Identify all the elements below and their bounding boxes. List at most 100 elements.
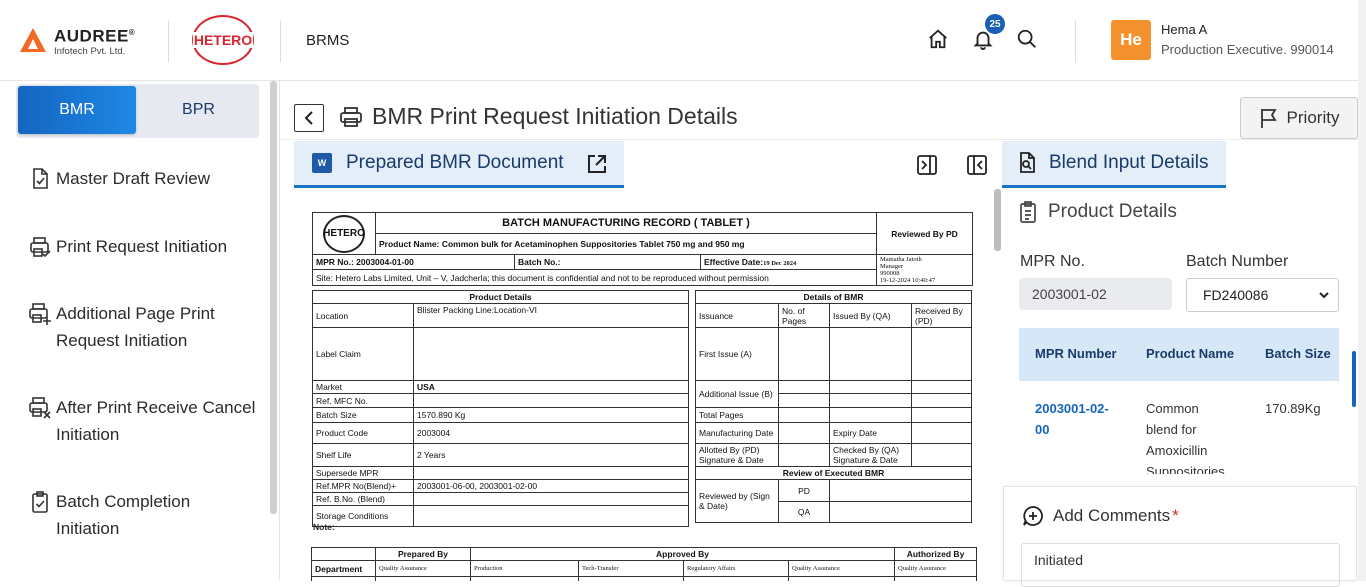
hetero-logo-text: HETERO xyxy=(192,32,254,48)
sidebar-item-batch-completion[interactable]: Batch Completion Initiation xyxy=(28,488,190,542)
app-name: BRMS xyxy=(306,32,350,49)
issued-by-qa: Issued By (QA) xyxy=(829,303,912,328)
company-subtitle: Infotech Pvt. Ltd. xyxy=(54,45,126,57)
sidebar-item-label: Print Request Initiation xyxy=(56,237,228,256)
grid-name-line: blend for xyxy=(1146,422,1197,437)
received-by-pd: Received By (PD) xyxy=(911,303,972,328)
reviewer-id: 990008 xyxy=(880,270,900,277)
record-logo: HETERO xyxy=(323,214,365,253)
product-code-value: 2003004 xyxy=(413,422,689,444)
approval-table: Prepared By Approved By Authorized By Depa… xyxy=(311,547,977,581)
total-pages: Total Pages xyxy=(695,407,779,423)
document-scrollbar[interactable] xyxy=(994,189,1001,251)
column-header[interactable]: MPR Number xyxy=(1035,346,1117,361)
ref-bno-blend: Ref. B.No. (Blend) xyxy=(312,492,414,506)
sidebar-item-label: Master Draft Review xyxy=(56,169,210,188)
sidebar-item-after-print-receive-cancel[interactable]: After Print Receive Cancel Initiation xyxy=(28,394,255,448)
document-preview: HETERO BATCH MANUFACTURING RECORD ( TABL… xyxy=(294,189,989,581)
main-content: BMR Print Request Initiation Details Pri… xyxy=(281,81,1358,587)
grid-mpr-link[interactable]: 2003001-02- 00 xyxy=(1035,398,1109,440)
chevron-left-icon xyxy=(304,111,313,125)
page-scrollbar[interactable] xyxy=(1358,0,1366,581)
ref-mfc: Ref. MFC No. xyxy=(312,393,414,408)
grid-product-name: Common blend for Amoxicillin Suppositories xyxy=(1146,398,1225,474)
registered-mark: ® xyxy=(128,28,136,37)
effective-date: 19 Dec 2024 xyxy=(763,260,797,267)
open-external-icon[interactable] xyxy=(586,153,608,180)
batch-number-select[interactable]: FD240086 xyxy=(1186,278,1339,312)
printer-plus-icon xyxy=(28,300,52,327)
search-icon[interactable] xyxy=(1014,26,1040,52)
expiry-date: Expiry Date xyxy=(829,422,912,444)
location-label: Location xyxy=(312,303,414,328)
mpr-no-label: MPR No. xyxy=(1020,253,1085,270)
issuance: Issuance xyxy=(695,303,779,328)
department-label: Department xyxy=(311,560,376,577)
divider xyxy=(280,20,281,62)
location-value: Blister Packing Line:Location-VI xyxy=(413,303,689,328)
sidebar-item-print-request-initiation[interactable]: Print Request Initiation xyxy=(28,233,227,260)
product-name: Product Name: Common bulk for Acetaminop… xyxy=(375,233,877,255)
comments-title: Add Comments xyxy=(1053,506,1171,525)
tab-label: Blend Input Details xyxy=(1049,152,1209,173)
shelf-life-value: 2 Years xyxy=(413,443,689,467)
collapse-right-icon[interactable] xyxy=(916,154,938,176)
mpr-no-field[interactable]: 2003001-02 xyxy=(1019,278,1172,310)
add-comment-icon xyxy=(1023,506,1043,526)
column-header[interactable]: Batch Size xyxy=(1265,346,1331,361)
right-panel-scrollbar[interactable] xyxy=(1352,351,1356,407)
record-title: BATCH MANUFACTURING RECORD ( TABLET ) xyxy=(375,212,877,234)
tab-label: Prepared BMR Document xyxy=(346,152,564,173)
sidebar-item-label: Initiation xyxy=(56,519,120,538)
sidebar-scrollbar[interactable] xyxy=(270,81,277,514)
collapse-left-icon[interactable] xyxy=(966,154,988,176)
mpr-no: MPR No.: 2003004-01-00 xyxy=(312,254,515,270)
user-name: Hema A xyxy=(1161,22,1208,37)
tab-blend-input-details[interactable]: Blend Input Details xyxy=(1002,141,1226,188)
sidebar-item-master-draft-review[interactable]: Master Draft Review xyxy=(28,165,210,192)
grid-batch-size: 170.89Kg xyxy=(1265,401,1321,416)
back-button[interactable] xyxy=(294,104,324,132)
dept-cell: Quality Assurance xyxy=(375,560,471,577)
batch-no: Batch No.: xyxy=(514,254,701,270)
tab-bmr[interactable]: BMR xyxy=(18,86,136,134)
comments-card: Add Comments * Initiated xyxy=(1003,486,1357,587)
comments-textarea[interactable]: Initiated xyxy=(1021,543,1340,587)
flag-icon xyxy=(1260,109,1277,128)
dept-cell: Regulatory Affairs xyxy=(683,560,789,577)
supersede-mpr: Supersede MPR xyxy=(312,466,414,480)
product-code-label: Product Code xyxy=(312,422,414,444)
audree-logo: AUDREE® Infotech Pvt. Ltd. xyxy=(20,24,135,57)
blend-grid: MPR Number Product Name Batch Size 20030… xyxy=(1019,328,1339,474)
no-of-pages: No. of Pages xyxy=(778,303,830,328)
hetero-logo: HETERO xyxy=(192,15,254,65)
home-icon[interactable] xyxy=(925,26,951,52)
notification-badge: 25 xyxy=(985,14,1005,34)
reviewer-timestamp: 19-12-2024 10:40:47 xyxy=(880,277,936,284)
market-value: USA xyxy=(413,380,689,394)
comments-heading: Add Comments * xyxy=(1022,505,1179,527)
divider xyxy=(281,139,1358,140)
grid-name-line: Suppositories xyxy=(1146,464,1225,474)
chevron-down-icon xyxy=(1319,292,1329,299)
user-role: Production Executive. 990014 xyxy=(1161,42,1334,57)
record-header-table: HETERO BATCH MANUFACTURING RECORD ( TABL… xyxy=(312,212,973,286)
tab-prepared-bmr-document[interactable]: W Prepared BMR Document xyxy=(294,141,624,188)
avatar[interactable]: He xyxy=(1111,20,1151,60)
clipboard-check-icon xyxy=(28,488,52,515)
document-search-icon xyxy=(1017,152,1039,174)
batch-number-label: Batch Number xyxy=(1186,253,1289,270)
details-bmr-head: Details of BMR xyxy=(695,290,972,304)
priority-button[interactable]: Priority xyxy=(1240,97,1358,139)
authorized-by: Authorized By xyxy=(894,547,977,561)
market-label: Market xyxy=(312,380,414,394)
audree-logo-mark xyxy=(20,28,46,53)
sidebar-item-label: Batch Completion xyxy=(56,492,191,511)
tab-bpr[interactable]: BPR xyxy=(140,86,257,134)
sidebar-item-additional-page-print[interactable]: Additional Page Print Request Initiation xyxy=(28,300,215,354)
site-statement: Site: Hetero Labs Limited, Unit – V, Jad… xyxy=(312,269,877,286)
reviewer-name: Mamatha Jatoth xyxy=(880,256,922,263)
column-header[interactable]: Product Name xyxy=(1146,346,1234,361)
sidebar-item-label: After Print Receive Cancel xyxy=(56,398,256,417)
divider xyxy=(1075,20,1076,62)
